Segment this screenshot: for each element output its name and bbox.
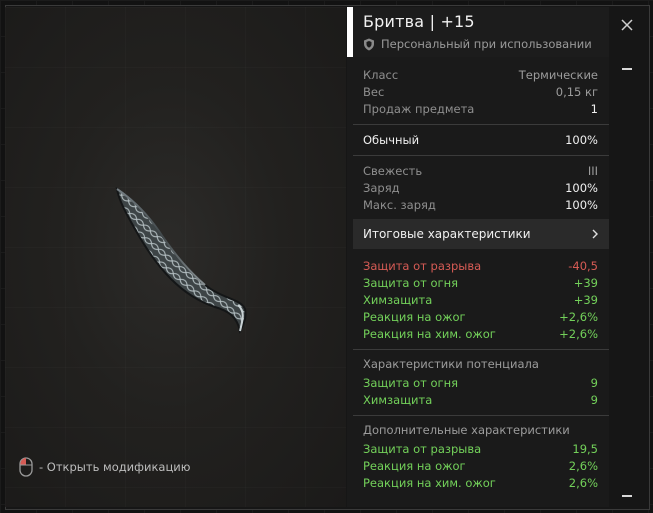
final-stat-row: Реакция на ожог +2,6% xyxy=(363,309,598,325)
additional-stat-row: Реакция на ожог 2,6% xyxy=(363,458,598,474)
stat-label: Реакция на ожог xyxy=(363,459,466,473)
stat-row-freshness: Свежесть III xyxy=(363,163,598,179)
stat-label: Реакция на хим. ожог xyxy=(363,327,496,341)
hint-label: - Открыть модификацию xyxy=(39,460,191,474)
final-stat-row: Защита от разрыва -40,5 xyxy=(363,258,598,274)
stat-label: Химзащита xyxy=(363,293,433,307)
stat-value: +39 xyxy=(573,276,598,290)
additional-header: Дополнительные характеристики xyxy=(363,423,570,437)
stat-label: Защита от огня xyxy=(363,376,459,390)
stat-value: 100% xyxy=(565,133,598,147)
additional-stat-row: Реакция на хим. ожог 2,6% xyxy=(363,475,598,491)
item-binding: Персональный при использовании xyxy=(363,37,592,51)
stat-label: Обычный xyxy=(363,133,420,147)
binding-label: Персональный при использовании xyxy=(381,37,592,51)
stat-row-weight: Вес 0,15 кг xyxy=(363,84,598,100)
item-preview[interactable] xyxy=(5,7,346,507)
stat-label: Макс. заряд xyxy=(363,198,436,212)
stat-label: Защита от разрыва xyxy=(363,442,482,456)
open-modification-hint: - Открыть модификацию xyxy=(19,457,190,477)
mouse-icon xyxy=(19,457,33,477)
stat-value: 1 xyxy=(590,102,598,116)
item-title: Бритва | +15 xyxy=(363,12,475,31)
stat-label: Класс xyxy=(363,68,399,82)
stat-label: Защита от огня xyxy=(363,276,459,290)
stat-label: Вес xyxy=(363,85,385,99)
knife-image xyxy=(115,187,247,334)
divider xyxy=(353,415,609,416)
scrollbar-bottom-cap[interactable] xyxy=(622,495,632,497)
stat-value: 19,5 xyxy=(572,442,598,456)
stat-value: 0,15 кг xyxy=(555,85,598,99)
final-stats-button[interactable]: Итоговые характеристики xyxy=(353,219,609,249)
final-stat-row: Защита от огня +39 xyxy=(363,275,598,291)
stat-row-charge: Заряд 100% xyxy=(363,180,598,196)
scrollbar[interactable] xyxy=(611,60,643,506)
potential-stat-row: Защита от огня 9 xyxy=(363,375,598,391)
stat-label: Химзащита xyxy=(363,393,433,407)
final-stats-label: Итоговые характеристики xyxy=(363,227,531,241)
divider xyxy=(353,124,609,125)
additional-stat-row: Защита от разрыва 19,5 xyxy=(363,441,598,457)
stat-row-class: Класс Термические xyxy=(363,67,598,83)
final-stat-row: Реакция на хим. ожог +2,6% xyxy=(363,326,598,342)
divider xyxy=(353,155,609,156)
potential-stat-row: Химзащита 9 xyxy=(363,392,598,408)
stat-value: 9 xyxy=(590,376,598,390)
stat-value: 100% xyxy=(565,181,598,195)
stat-label: Реакция на ожог xyxy=(363,310,466,324)
stat-value: +2,6% xyxy=(559,327,598,341)
stat-row-rarity: Обычный 100% xyxy=(363,132,598,148)
stats-content: Класс Термические Вес 0,15 кг Продаж пре… xyxy=(353,60,609,506)
shield-icon xyxy=(364,38,374,50)
final-stat-row: Химзащита +39 xyxy=(363,292,598,308)
stat-label: Заряд xyxy=(363,181,400,195)
scrollbar-top-cap[interactable] xyxy=(622,68,632,70)
stat-value: +39 xyxy=(573,293,598,307)
potential-header: Характеристики потенциала xyxy=(363,357,539,371)
stat-label: Продаж предмета xyxy=(363,102,475,116)
stat-value: 100% xyxy=(565,198,598,212)
stat-value: 9 xyxy=(590,393,598,407)
stat-value: 2,6% xyxy=(568,476,598,490)
divider xyxy=(353,349,609,350)
stat-value: Термические xyxy=(518,68,598,82)
stat-value: -40,5 xyxy=(568,259,598,273)
stat-label: Защита от разрыва xyxy=(363,259,482,273)
chevron-right-icon xyxy=(592,229,598,239)
stat-label: Свежесть xyxy=(363,164,423,178)
stat-row-max-charge: Макс. заряд 100% xyxy=(363,197,598,213)
stat-value: +2,6% xyxy=(559,310,598,324)
stat-label: Реакция на хим. ожог xyxy=(363,476,496,490)
close-icon[interactable] xyxy=(620,18,634,32)
rarity-accent-bar xyxy=(347,7,353,57)
stat-row-sell: Продаж предмета 1 xyxy=(363,101,598,117)
stat-value: 2,6% xyxy=(568,459,598,473)
stat-value: III xyxy=(587,164,598,178)
